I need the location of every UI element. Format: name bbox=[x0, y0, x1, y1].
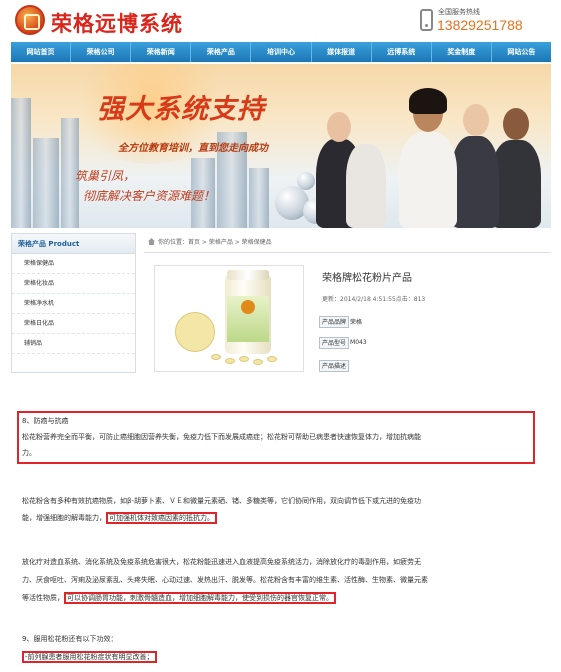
tablet-shape bbox=[211, 354, 221, 360]
tablet-shape bbox=[267, 356, 277, 362]
sidebar-item-water-purifier[interactable]: 荣格净水机 bbox=[12, 294, 135, 314]
spec-value-model: M043 bbox=[350, 339, 367, 346]
breadcrumb: 你的位置：首页 > 荣格产品 > 荣格保健品 bbox=[144, 233, 551, 253]
nav-bonus[interactable]: 奖金制度 bbox=[432, 42, 492, 62]
article-text: 能，增强细胞的解毒能力， 可加强机体对致癌因素的抵抗力。 bbox=[22, 510, 542, 526]
nav-products[interactable]: 荣格产品 bbox=[191, 42, 252, 62]
article-text: 松花粉营养完全而平衡，可防止癌细胞因营养失衡，免疫力低下而发展成癌症；松花粉可帮… bbox=[22, 433, 421, 441]
tablet-shape bbox=[225, 358, 235, 364]
main-nav: 网站首页 荣格公司 荣格新闻 荣格产品 培训中心 媒体报道 远博系统 奖金制度 … bbox=[11, 42, 551, 62]
nav-company[interactable]: 荣格公司 bbox=[71, 42, 132, 62]
sidebar-item-health[interactable]: 荣格保健品 bbox=[12, 254, 135, 274]
article-text-segment: 能，增强细胞的解毒能力， bbox=[22, 514, 106, 522]
spec-row-model: 产品型号 M043 bbox=[319, 336, 367, 349]
product-image[interactable] bbox=[154, 265, 304, 372]
hero-banner[interactable]: 强大系统支持 全方位教育培训，直到您走向成功 筑巢引凤， 彻底解决客户资源难题！ bbox=[11, 64, 551, 228]
spec-label-description[interactable]: 产品描述 bbox=[319, 359, 350, 372]
highlight-text: 可加强机体对致癌因素的抵抗力。 bbox=[106, 512, 217, 524]
building-shape bbox=[11, 98, 31, 228]
spec-label-brand: 产品品牌 bbox=[319, 315, 350, 328]
home-icon bbox=[148, 238, 155, 245]
article-text: 放化疗对造血系统、消化系统及免疫系统危害很大，松花粉能迅速进入血液提高免疫系统活… bbox=[22, 558, 421, 566]
bottle-seal bbox=[241, 300, 255, 314]
building-shape bbox=[249, 168, 269, 228]
site-logo-text[interactable]: 荣格远博系统 bbox=[51, 8, 183, 38]
person-head bbox=[463, 104, 489, 136]
tablet-shape bbox=[175, 312, 215, 352]
person-head bbox=[503, 108, 529, 140]
article-text: -前列腺患者服用松花粉症状有明显改善； bbox=[22, 649, 542, 665]
article-text: 力、厌食呕吐、泻痢及泌尿紊乱、头疼失眠、心动过速、发热出汗、脱发等。松花粉含有丰… bbox=[22, 576, 428, 584]
article-text-segment: 等活性物质， bbox=[22, 594, 64, 602]
article-heading-8: 8、防癌与抗癌 bbox=[22, 417, 69, 425]
banner-slogan-1: 筑巢引凤， bbox=[75, 169, 136, 183]
hotline-number: 13829251788 bbox=[437, 17, 523, 33]
product-title: 荣格牌松花粉片产品 bbox=[322, 273, 412, 284]
bottle-cap bbox=[227, 270, 269, 280]
highlight-text: -前列腺患者服用松花粉症状有明显改善； bbox=[22, 651, 157, 663]
article-heading-9: 9、服用松花粉还有以下功效： bbox=[22, 635, 118, 643]
tablet-shape bbox=[253, 359, 263, 365]
person-head bbox=[327, 112, 351, 142]
article-text: 松花粉含有多种有效抗癌物质，如β-胡萝卜素、ＶＥ和微量元素硒、锗、多糖类等，它们… bbox=[22, 497, 421, 505]
phone-icon bbox=[420, 9, 433, 31]
hotline-label: 全国服务热线 bbox=[438, 8, 480, 16]
sidebar-list: 荣格保健品 荣格化妆品 荣格净水机 荣格日化品 辅销品 bbox=[12, 254, 135, 354]
person-figure bbox=[399, 132, 457, 228]
nav-home[interactable]: 网站首页 bbox=[11, 42, 72, 62]
spec-row-brand: 产品品牌 荣格 bbox=[319, 315, 362, 328]
site-header: 荣格远博系统 全国服务热线 13829251788 bbox=[0, 0, 561, 40]
article-text: 力。 bbox=[22, 449, 36, 457]
nav-system[interactable]: 远博系统 bbox=[372, 42, 432, 62]
spec-label-model: 产品型号 bbox=[319, 336, 350, 349]
spec-row-description: 产品描述 bbox=[319, 359, 350, 372]
product-panel: 你的位置：首页 > 荣格产品 > 荣格保健品 荣格牌松花粉片产品 更新：2014… bbox=[144, 233, 551, 383]
sidebar-title: 荣格产品 Product bbox=[12, 234, 135, 254]
building-shape bbox=[33, 138, 59, 228]
person-figure bbox=[451, 136, 499, 228]
logo-seal-icon[interactable] bbox=[15, 5, 45, 35]
spec-value-brand: 荣格 bbox=[350, 319, 363, 326]
nav-notice[interactable]: 网站公告 bbox=[492, 42, 551, 62]
breadcrumb-text[interactable]: 你的位置：首页 > 荣格产品 > 荣格保健品 bbox=[158, 239, 272, 246]
person-figure bbox=[346, 144, 386, 228]
nav-news[interactable]: 荣格新闻 bbox=[131, 42, 192, 62]
banner-title: 强大系统支持 bbox=[97, 94, 265, 125]
highlight-text: 可以协调肠胃功能，刺激骨髓造血，增加细胞解毒能力，使受到损伤的器官恢复正常。 bbox=[64, 592, 336, 604]
banner-subtitle: 全方位教育培训，直到您走向成功 bbox=[118, 143, 268, 154]
person-hair bbox=[409, 88, 447, 114]
hotline: 全国服务热线 13829251788 bbox=[420, 7, 560, 37]
banner-slogan-2: 彻底解决客户资源难题！ bbox=[83, 189, 216, 203]
product-sidebar: 荣格产品 Product 荣格保健品 荣格化妆品 荣格净水机 荣格日化品 辅销品 bbox=[11, 233, 136, 373]
sphere-shape bbox=[297, 172, 315, 190]
sidebar-item-auxiliary[interactable]: 辅销品 bbox=[12, 334, 135, 354]
nav-training[interactable]: 培训中心 bbox=[251, 42, 312, 62]
nav-media[interactable]: 媒体报道 bbox=[312, 42, 372, 62]
tablet-shape bbox=[239, 356, 249, 362]
product-meta: 更新：2014/2/18 4:51:55点击：813 bbox=[322, 296, 426, 303]
sidebar-item-cosmetics[interactable]: 荣格化妆品 bbox=[12, 274, 135, 294]
article-text: 等活性物质， 可以协调肠胃功能，刺激骨髓造血，增加细胞解毒能力，使受到损伤的器官恢… bbox=[22, 590, 542, 606]
sidebar-item-daily-chemicals[interactable]: 荣格日化品 bbox=[12, 314, 135, 334]
